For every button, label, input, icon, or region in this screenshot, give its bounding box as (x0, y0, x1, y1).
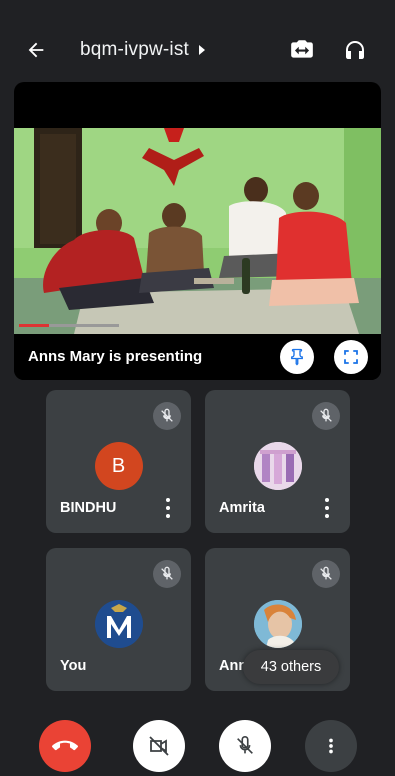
participant-tile-bindhu[interactable]: B BINDHU (46, 390, 191, 533)
end-call-button[interactable] (39, 720, 91, 772)
pin-button[interactable] (280, 340, 314, 374)
presentation-view[interactable]: Anns Mary is presenting (14, 82, 381, 380)
switch-camera-icon (291, 40, 313, 58)
fullscreen-icon (344, 350, 358, 364)
avatar (253, 600, 302, 648)
participant-name: BINDHU (60, 500, 117, 516)
shared-video (14, 128, 381, 334)
avatar (94, 600, 143, 648)
muted-indicator (312, 560, 340, 588)
call-controls (0, 700, 395, 776)
avatar-photo (253, 442, 302, 490)
more-vert-icon (329, 738, 333, 754)
participant-name: You (60, 658, 87, 674)
participant-more-button[interactable] (322, 498, 332, 518)
muted-indicator (153, 402, 181, 430)
fullscreen-button[interactable] (334, 340, 368, 374)
participant-tile-you[interactable]: You (46, 548, 191, 691)
avatar-photo (253, 600, 302, 648)
meeting-code: bqm-ivpw-ist (80, 39, 190, 60)
participant-name: Amrita (219, 500, 265, 516)
mic-off-icon (237, 736, 253, 754)
mic-toggle-button[interactable] (219, 720, 271, 772)
others-count-pill[interactable]: 43 others (243, 650, 339, 684)
mic-off-icon (320, 408, 332, 422)
pin-icon (291, 348, 303, 366)
back-button[interactable] (22, 36, 50, 64)
participant-tile-amrita[interactable]: Amrita (205, 390, 350, 533)
audio-output-button[interactable] (340, 35, 370, 65)
avatar: B (94, 442, 143, 490)
presenter-bar: Anns Mary is presenting (14, 334, 381, 380)
avatar-monogram-logo (94, 600, 143, 648)
avatar (253, 442, 302, 490)
camera-off-icon (149, 736, 169, 756)
video-frame-image (14, 128, 381, 334)
mic-off-icon (161, 566, 173, 580)
mic-off-icon (320, 566, 332, 580)
arrow-back-icon (28, 42, 44, 58)
camera-toggle-button[interactable] (133, 720, 185, 772)
caret-right-icon (199, 45, 206, 55)
headphones-icon (346, 41, 364, 59)
end-call-icon (52, 740, 78, 751)
muted-indicator (312, 402, 340, 430)
presenter-label: Anns Mary is presenting (28, 348, 203, 365)
muted-indicator (153, 560, 181, 588)
switch-camera-button[interactable] (287, 35, 317, 65)
mic-off-icon (161, 408, 173, 422)
meeting-info-button[interactable]: bqm-ivpw-ist (80, 37, 207, 63)
participant-more-button[interactable] (163, 498, 173, 518)
more-options-button[interactable] (305, 720, 357, 772)
avatar-initial: B (111, 454, 126, 477)
